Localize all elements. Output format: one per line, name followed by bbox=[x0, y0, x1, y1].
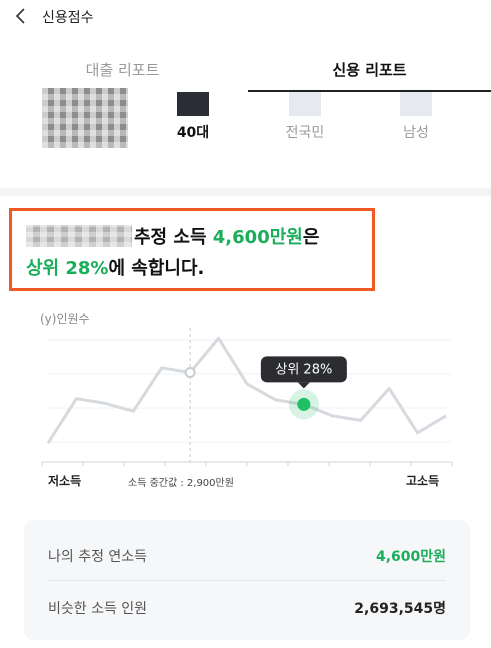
legend-swatch bbox=[177, 92, 209, 116]
income-distribution-chart: (y)인원수 상위 28% 저소득 소득 중간값 : 2,900만원 고소득 bbox=[0, 300, 491, 500]
tab-loan-report[interactable]: 대출 리포트 bbox=[0, 52, 245, 90]
chart-svg: 상위 28% bbox=[41, 328, 453, 466]
headline-suffix: 은 bbox=[302, 227, 320, 248]
headline-percentile: 상위 28% bbox=[26, 258, 109, 279]
summary-label: 비슷한 소득 인원 bbox=[48, 601, 148, 617]
user-marker-point bbox=[297, 397, 311, 411]
headline-line-1: 추정 소득 4,600만원은 bbox=[134, 223, 319, 249]
legend-item-male[interactable]: 남성 bbox=[381, 92, 451, 142]
legend-swatch bbox=[289, 92, 321, 116]
x-axis-low-label: 저소득 bbox=[48, 474, 82, 488]
legend-label: 40대 bbox=[176, 125, 210, 141]
summary-row-income: 나의 추정 연소득 4,600만원 bbox=[48, 530, 446, 580]
tab-credit-report[interactable]: 신용 리포트 bbox=[248, 52, 491, 92]
income-summary-highlight: 추정 소득 4,600만원은 상위 28%에 속합니다. bbox=[9, 208, 375, 291]
page-title: 신용점수 bbox=[42, 10, 94, 26]
legend-swatch bbox=[400, 92, 432, 116]
summary-value: 4,600만원 bbox=[375, 549, 446, 565]
summary-row-similar: 비슷한 소득 인원 2,693,545명 bbox=[48, 582, 446, 632]
blurred-user-name bbox=[26, 225, 132, 247]
legend-item-nation[interactable]: 전국민 bbox=[270, 92, 340, 142]
headline-income: 4,600만원 bbox=[212, 227, 303, 248]
marker-tooltip-label: 상위 28% bbox=[275, 362, 332, 377]
legend-item-age[interactable]: 40대 bbox=[158, 92, 228, 142]
marker-tooltip-arrow bbox=[297, 382, 310, 389]
summary-value: 2,693,545명 bbox=[354, 601, 446, 617]
legend-label: 전국민 bbox=[285, 125, 325, 141]
headline-line-2: 상위 28%에 속합니다. bbox=[26, 254, 204, 280]
report-tabs: 대출 리포트 신용 리포트 bbox=[0, 52, 491, 92]
income-summary-card: 나의 추정 연소득 4,600만원 비슷한 소득 인원 2,693,545명 bbox=[24, 520, 470, 640]
x-axis-high-label: 고소득 bbox=[406, 474, 440, 488]
income-distribution-line bbox=[46, 336, 447, 444]
summary-label: 나의 추정 연소득 bbox=[48, 549, 148, 565]
headline-text: 추정 소득 bbox=[134, 227, 213, 248]
blurred-profile-image bbox=[42, 88, 128, 148]
summary-divider bbox=[48, 580, 446, 581]
median-point bbox=[184, 366, 196, 378]
section-divider bbox=[0, 188, 491, 196]
top-bar: 신용점수 bbox=[0, 0, 491, 32]
median-income-label: 소득 중간값 : 2,900만원 bbox=[128, 478, 234, 489]
chevron-left-icon[interactable] bbox=[12, 7, 30, 25]
headline-suffix: 에 속합니다. bbox=[108, 258, 205, 279]
legend-label: 남성 bbox=[403, 125, 429, 141]
